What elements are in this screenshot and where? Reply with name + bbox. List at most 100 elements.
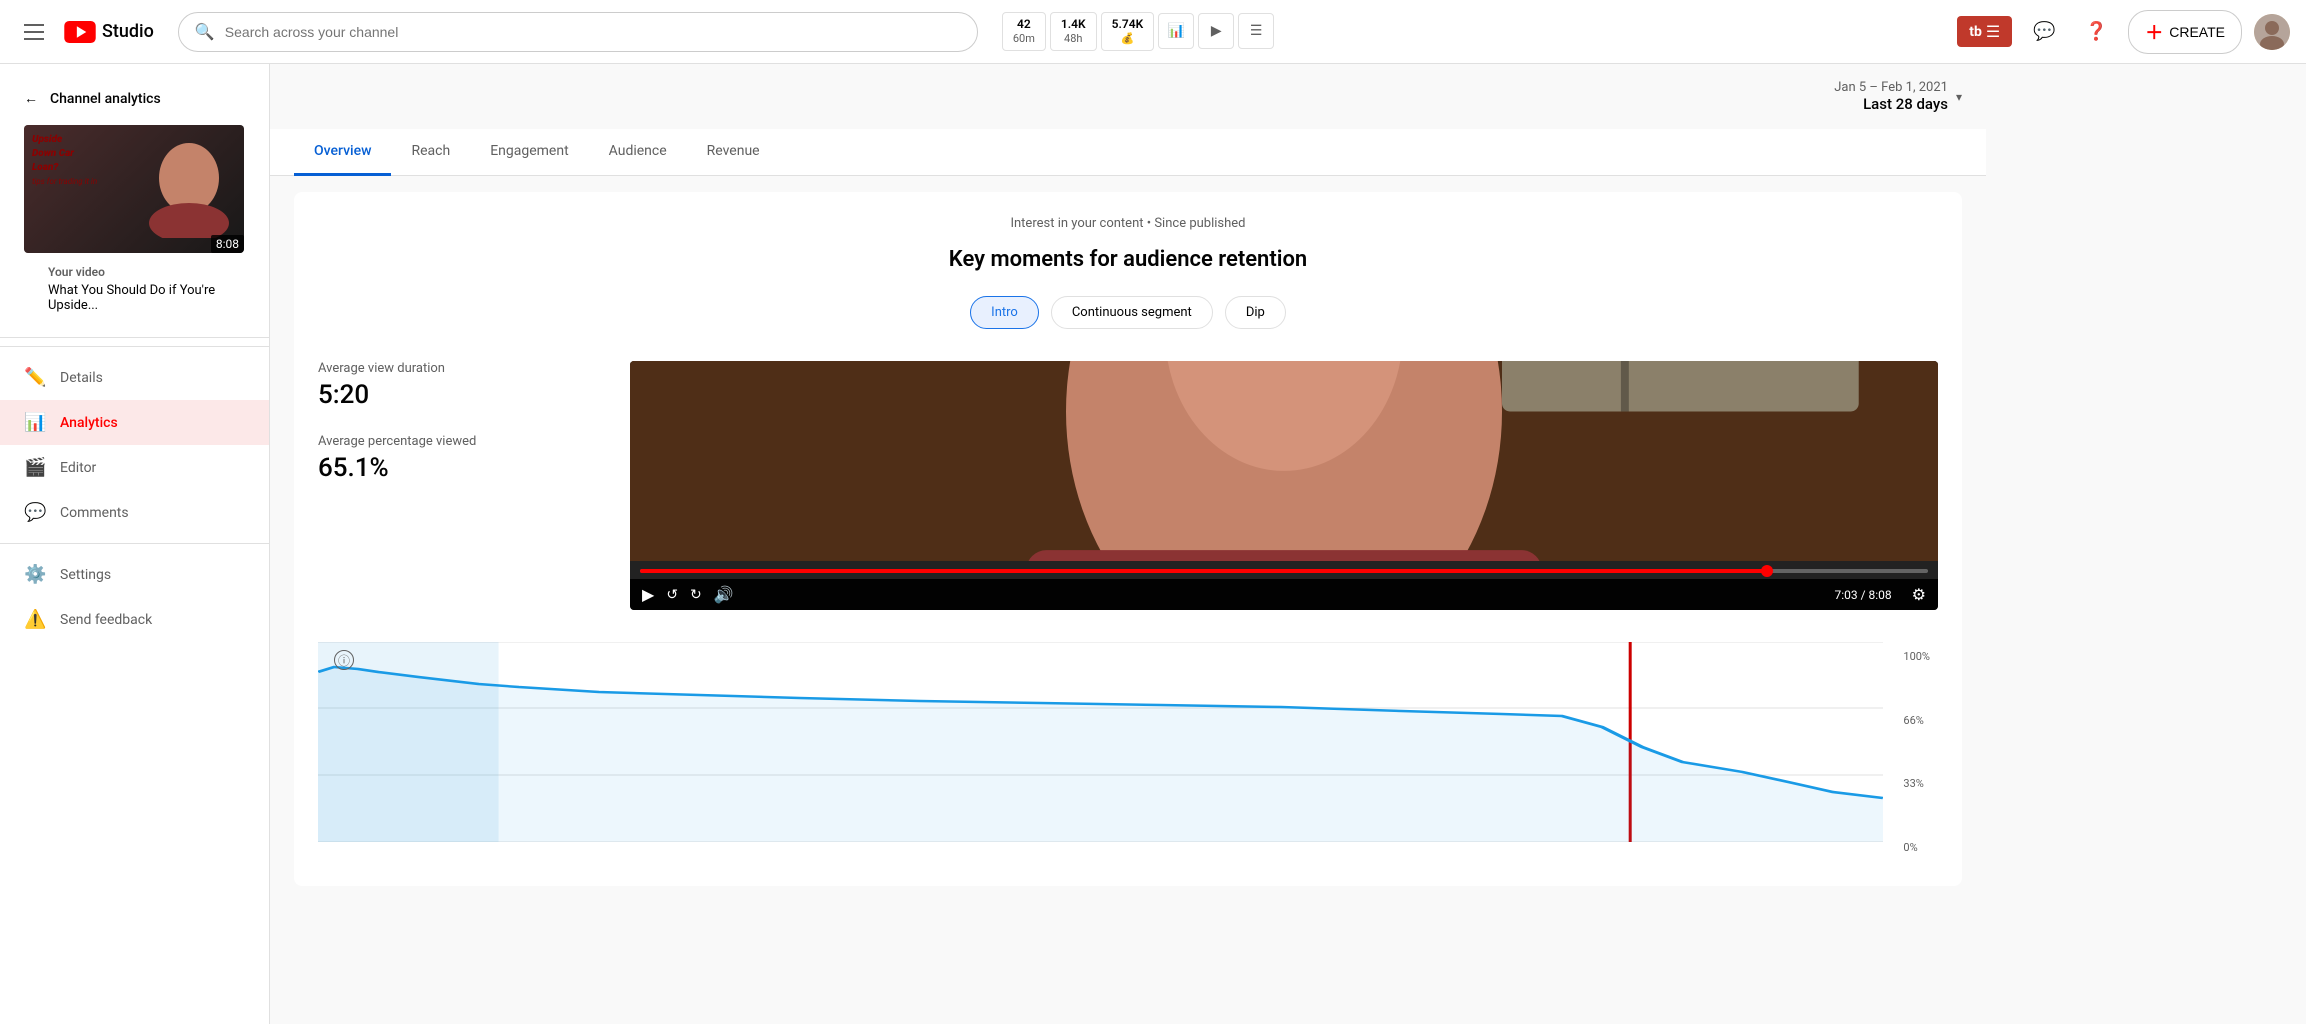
avg-percent-viewed-value: 65.1% [318,453,598,483]
comments-icon-btn[interactable]: 💬 [2024,12,2064,52]
video-player[interactable]: ▶ ↺ ↻ 🔊 7:03 / 8:08 ⚙ [630,361,1938,610]
stat-label-60m: 60m [1013,32,1035,46]
chart-label-0: 0% [1903,841,1930,854]
avg-view-duration-group: Average view duration 5:20 [318,361,598,410]
video-controls: ▶ ↺ ↻ 🔊 7:03 / 8:08 ⚙ [630,579,1938,610]
search-input[interactable] [225,24,961,40]
metrics-side: Average view duration 5:20 Average perce… [318,361,598,610]
date-dropdown-arrow[interactable]: ▾ [1956,90,1962,104]
avg-view-duration-value: 5:20 [318,380,598,410]
search-icon: 🔍 [195,22,215,41]
sidebar-item-analytics[interactable]: 📊 Analytics [0,400,269,445]
video-time-display: 7:03 / 8:08 [1834,588,1891,602]
nav-divider-1 [0,346,269,347]
chart-label-66: 66% [1903,714,1930,727]
analytics-icon: 📊 [24,412,44,433]
video-progress-dot [1761,565,1773,577]
rewind-icon[interactable]: ↺ [666,587,678,603]
sidebar-item-details-label: Details [60,370,103,386]
key-moments-title: Key moments for audience retention [318,247,1938,272]
stats-chart-icon[interactable]: 📊 [1158,13,1194,49]
avg-percent-viewed-label: Average percentage viewed [318,434,598,449]
create-plus-icon: ＋ [2145,19,2163,45]
chart-y-labels: 100% 66% 33% 0% [1903,642,1930,862]
interest-label: Interest in your content • Since publish… [318,216,1938,231]
comments-icon: 💬 [24,502,44,523]
create-label: CREATE [2169,24,2225,40]
stats-play-icon[interactable]: ▶ [1198,13,1234,49]
channel-icon[interactable]: tb ☰ [1957,16,2012,47]
sidebar-item-details[interactable]: ✏️ Details [0,355,269,400]
thumbnail-person [144,138,234,238]
tab-overview[interactable]: Overview [294,129,391,176]
thumbnail-text: UpsideDown CarLoan?tips for trading it i… [32,133,97,189]
hamburger-menu[interactable] [16,16,52,48]
stat-label-48h: 48h [1064,32,1082,46]
tab-revenue[interactable]: Revenue [687,129,780,176]
chart-container: ⓘ [318,642,1938,862]
stats-menu-icon[interactable]: ☰ [1238,13,1274,49]
settings-cog-icon[interactable]: ⚙ [1912,585,1926,604]
tab-reach[interactable]: Reach [391,129,470,176]
date-range: Jan 5 – Feb 1, 2021 [1834,80,1948,95]
volume-icon[interactable]: 🔊 [714,585,734,604]
nav-stats: 42 60m 1.4K 48h 5.74K 💰 📊 ▶ ☰ [1002,12,1274,52]
forward-icon[interactable]: ↻ [690,587,702,603]
analytics-content: Interest in your content • Since publish… [294,192,1962,886]
stat-value-42: 42 [1017,17,1031,33]
chart-label-33: 33% [1903,777,1930,790]
sidebar-item-analytics-label: Analytics [60,415,118,431]
pill-intro[interactable]: Intro [970,296,1039,329]
channel-analytics-title: Channel analytics [50,91,161,107]
avg-view-duration-label: Average view duration [318,361,598,376]
filter-pills: Intro Continuous segment Dip [318,296,1938,329]
sidebar-item-comments[interactable]: 💬 Comments [0,490,269,535]
sidebar-item-editor[interactable]: 🎬 Editor [0,445,269,490]
tab-audience[interactable]: Audience [589,129,687,176]
tab-engagement[interactable]: Engagement [470,129,588,176]
retention-chart-svg [318,642,1883,842]
pill-continuous[interactable]: Continuous segment [1051,296,1213,329]
video-title-sidebar: What You Should Do if You're Upside... [24,279,245,321]
video-progress-bar-container [630,561,1938,579]
settings-icon: ⚙️ [24,564,44,585]
tabs-bar: Overview Reach Engagement Audience Reven… [270,129,1986,176]
sidebar-item-settings[interactable]: ⚙️ Settings [0,552,269,597]
video-progress-track[interactable] [640,569,1928,573]
sidebar-item-feedback-label: Send feedback [60,612,152,628]
back-arrow-icon: ← [24,90,38,107]
stat-item-revenue: 5.74K 💰 [1101,12,1155,52]
main-layout: ← Channel analytics UpsideDown CarLoan?t… [0,64,2306,1024]
logo-area[interactable]: Studio [64,21,154,43]
date-header: Jan 5 – Feb 1, 2021 Last 28 days ▾ [270,64,1986,129]
stat-label-revenue: 💰 [1121,32,1135,46]
stat-value-1k4: 1.4K [1061,17,1086,33]
sidebar-item-comments-label: Comments [60,505,129,521]
video-thumbnail-area: UpsideDown CarLoan?tips for trading it i… [0,117,269,338]
main-content: Jan 5 – Feb 1, 2021 Last 28 days ▾ Overv… [270,64,1986,1024]
details-icon: ✏️ [24,367,44,388]
stat-item-subs: 1.4K 48h [1050,12,1097,52]
back-button[interactable]: ← Channel analytics [0,80,269,117]
sidebar-item-settings-label: Settings [60,567,111,583]
search-bar[interactable]: 🔍 [178,12,978,52]
right-panel [1986,64,2306,1024]
video-duration-badge: 8:08 [211,235,244,253]
nav-divider-2 [0,543,269,544]
sidebar-item-send-feedback[interactable]: ⚠️ Send feedback [0,597,269,642]
play-icon[interactable]: ▶ [642,585,654,604]
chart-label-100: 100% [1903,650,1930,663]
create-button[interactable]: ＋ CREATE [2128,10,2242,54]
sidebar-item-editor-label: Editor [60,460,96,476]
date-range-block: Jan 5 – Feb 1, 2021 Last 28 days [1834,80,1948,113]
top-navigation: Studio 🔍 42 60m 1.4K 48h 5.74K 💰 📊 ▶ ☰ t… [0,0,2306,64]
pill-dip[interactable]: Dip [1225,296,1286,329]
feedback-icon: ⚠️ [24,609,44,630]
nav-left: Studio [16,16,154,48]
video-thumbnail[interactable]: UpsideDown CarLoan?tips for trading it i… [24,125,244,253]
avatar-image [2254,14,2290,50]
studio-logo-text: Studio [102,21,154,42]
user-avatar[interactable] [2254,14,2290,50]
help-icon-btn[interactable]: ❓ [2076,12,2116,52]
chart-info-icon[interactable]: ⓘ [334,650,354,670]
